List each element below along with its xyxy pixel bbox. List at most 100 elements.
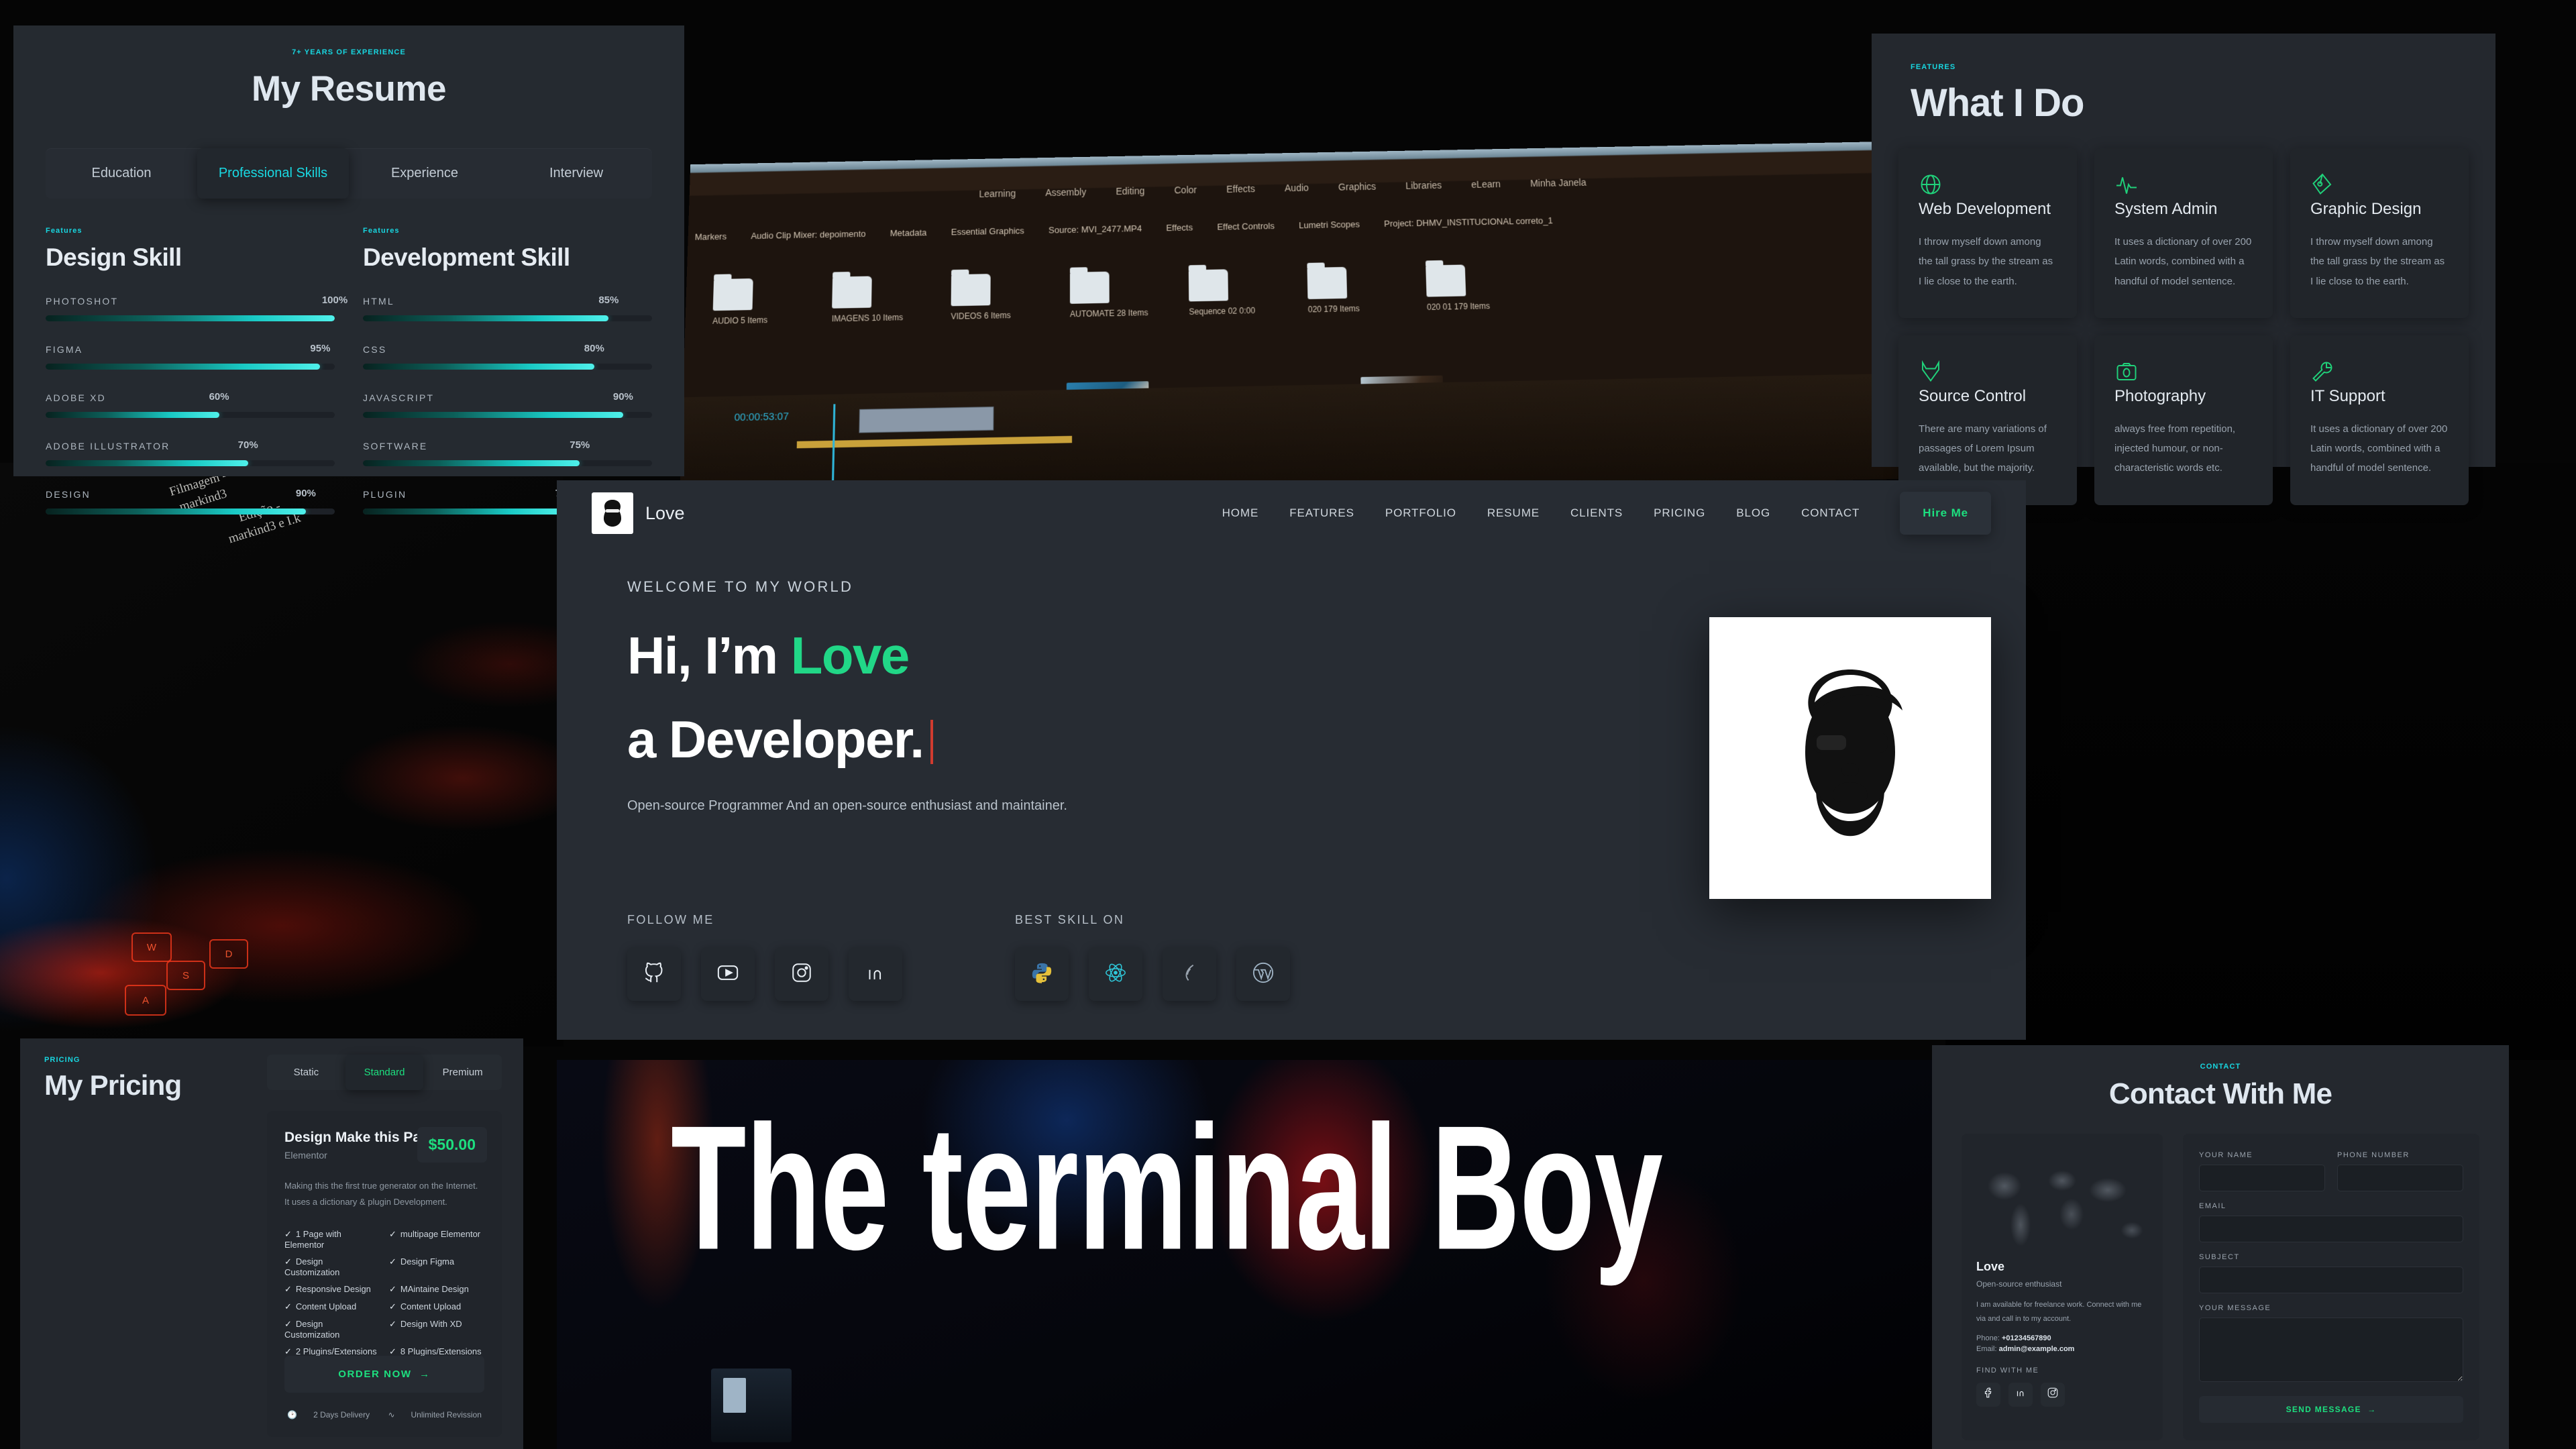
clock-icon: 🕑: [287, 1410, 298, 1419]
message-textarea[interactable]: [2199, 1318, 2463, 1382]
folder-icon: [1069, 271, 1110, 304]
nav-link-portfolio[interactable]: PORTFOLIO: [1385, 506, 1456, 520]
keyboard-key-w: W: [131, 932, 172, 962]
skill-name: ADOBE XD: [46, 392, 106, 403]
pricing-tab-premium[interactable]: Premium: [423, 1055, 502, 1090]
message-field-label: YOUR MESSAGE: [2199, 1304, 2271, 1312]
card-description: There are many variations of passages of…: [1919, 423, 2047, 474]
nav-link-blog[interactable]: BLOG: [1736, 506, 1770, 520]
what-i-do-card[interactable]: Source Control There are many variations …: [1898, 335, 2077, 505]
laravel-icon: [1178, 961, 1201, 987]
contact-social-icons: [1976, 1382, 2148, 1407]
github-icon: [643, 961, 665, 987]
avatar: [1709, 617, 1991, 899]
folder-icon: [832, 276, 872, 309]
card-title: Web Development: [1919, 200, 2051, 218]
resume-tab-professional-skills[interactable]: Professional Skills: [197, 148, 349, 199]
email-input[interactable]: [2199, 1216, 2463, 1242]
skill-name: CSS: [363, 344, 387, 355]
price-badge: $50.00: [417, 1127, 487, 1163]
skill-percent: 80%: [584, 343, 604, 354]
resume-tab-bar[interactable]: Education Professional Skills Experience In…: [46, 148, 652, 199]
pricing-card-description: Making this the first true generator on …: [284, 1181, 478, 1208]
skill-badge-wordpress[interactable]: [1236, 947, 1290, 1001]
nav-link-resume[interactable]: RESUME: [1487, 506, 1540, 520]
form-group-phone: PHONE NUMBER: [2337, 1151, 2463, 1191]
resume-tab-education[interactable]: Education: [46, 148, 197, 199]
send-message-button[interactable]: SEND MESSAGE →: [2199, 1396, 2463, 1423]
hire-me-button[interactable]: Hire Me: [1900, 492, 1991, 535]
gitlab-fox-icon: [1919, 360, 1943, 386]
workspace-timecode: 00:00:53:07: [734, 411, 789, 424]
workspace-menu-row: Learning Assembly Editing Color Effects Audio…: [689, 171, 1894, 215]
workspace-tab-item: Source: MVI_2477.MP4: [1049, 223, 1142, 235]
keyboard-key-s: S: [166, 961, 205, 990]
order-now-button[interactable]: ORDER NOW →: [284, 1356, 484, 1393]
pricing-note: 🕑 2 Days Delivery ∿ Unlimited Revission: [267, 1410, 502, 1419]
pricing-feature-item: ✓ 1 Page with Elementor: [284, 1229, 341, 1250]
social-link-instagram[interactable]: [775, 947, 828, 1001]
skill-percent: 90%: [612, 391, 633, 402]
hero-body: WELCOME TO MY WORLD Hi, I’m Love a Devel…: [557, 546, 2026, 1001]
skill-badge-react[interactable]: [1089, 947, 1142, 1001]
resume-tab-interview[interactable]: Interview: [500, 148, 652, 199]
pricing-tab-bar[interactable]: Static Standard Premium: [267, 1055, 502, 1090]
background-keyboard-photo: Filmagem - markind3 Edição - markind3 e …: [0, 463, 564, 1046]
nav-link-clients[interactable]: CLIENTS: [1570, 506, 1623, 520]
skill-track: [363, 364, 652, 370]
delivery-note: 2 Days Delivery: [313, 1410, 370, 1419]
workspace-bin: Sequence 02 0:00: [1188, 269, 1255, 317]
nav-link-pricing[interactable]: PRICING: [1654, 506, 1705, 520]
linkedin-icon: [864, 961, 887, 987]
nav-link-features[interactable]: FEATURES: [1289, 506, 1354, 520]
skill-name: JAVASCRIPT: [363, 392, 435, 403]
contact-social-instagram[interactable]: [2041, 1382, 2065, 1407]
name-input[interactable]: [2199, 1165, 2325, 1191]
check-icon: ✓: [389, 1229, 396, 1240]
workspace-tab-item: Effects: [1166, 222, 1193, 233]
resume-tab-experience[interactable]: Experience: [349, 148, 500, 199]
what-i-do-card[interactable]: Graphic Design I throw myself down among …: [2290, 148, 2469, 318]
what-i-do-card[interactable]: IT Support It uses a dictionary of over 2…: [2290, 335, 2469, 505]
skill-track: [363, 412, 652, 418]
skill-badge-python[interactable]: [1015, 947, 1069, 1001]
what-i-do-card[interactable]: System Admin It uses a dictionary of over…: [2094, 148, 2273, 318]
social-link-youtube[interactable]: [701, 947, 755, 1001]
what-i-do-card[interactable]: Photography always free from repetition, …: [2094, 335, 2273, 505]
social-link-linkedin[interactable]: [849, 947, 902, 1001]
arrow-right-icon: →: [2364, 1405, 2377, 1414]
contact-social-linkedin[interactable]: [2008, 1382, 2033, 1407]
pricing-tab-static[interactable]: Static: [267, 1055, 345, 1090]
social-link-github[interactable]: [627, 947, 681, 1001]
bin-label: AUDIO 5 Items: [712, 315, 768, 326]
nav-link-home[interactable]: HOME: [1222, 506, 1259, 520]
skill-badge-laravel[interactable]: [1163, 947, 1216, 1001]
phone-input[interactable]: [2337, 1165, 2463, 1191]
contact-eyebrow: CONTACT: [2200, 1063, 2241, 1071]
folder-icon: [1307, 266, 1348, 300]
nav-link-contact[interactable]: CONTACT: [1801, 506, 1860, 520]
contact-role: Open-source enthusiast: [1976, 1279, 2062, 1289]
check-icon: ✓: [284, 1229, 292, 1240]
form-group-name: YOUR NAME: [2199, 1151, 2325, 1191]
pricing-tab-standard[interactable]: Standard: [345, 1055, 424, 1090]
facebook-icon: [1982, 1387, 1994, 1402]
email-label: Email:: [1976, 1344, 1997, 1353]
site-logo[interactable]: [592, 492, 633, 534]
what-i-do-card[interactable]: Web Development I throw myself down among…: [1898, 148, 2077, 318]
skill-fill: [363, 412, 623, 418]
skill-column-title: Development Skill: [363, 244, 570, 271]
skill-percent: 75%: [570, 439, 590, 451]
contact-social-facebook[interactable]: [1976, 1382, 2000, 1407]
skill-name: FIGMA: [46, 344, 83, 355]
hero-headline-line-1: Hi, I’m Love: [627, 625, 1338, 686]
hero-headline-role: a Developer.: [627, 710, 924, 769]
find-with-me-label: FIND WITH ME: [1976, 1366, 2039, 1375]
skill-percent: 90%: [295, 488, 316, 499]
workspace-menu-item: Effects: [1226, 183, 1255, 195]
subject-input[interactable]: [2199, 1267, 2463, 1293]
folder-icon: [1426, 264, 1466, 297]
pricing-section: PRICING My Pricing Static Standard Premium…: [20, 1038, 523, 1449]
order-now-label: ORDER NOW: [338, 1368, 412, 1380]
contact-header: CONTACT Contact With Me: [1932, 1045, 2509, 1111]
